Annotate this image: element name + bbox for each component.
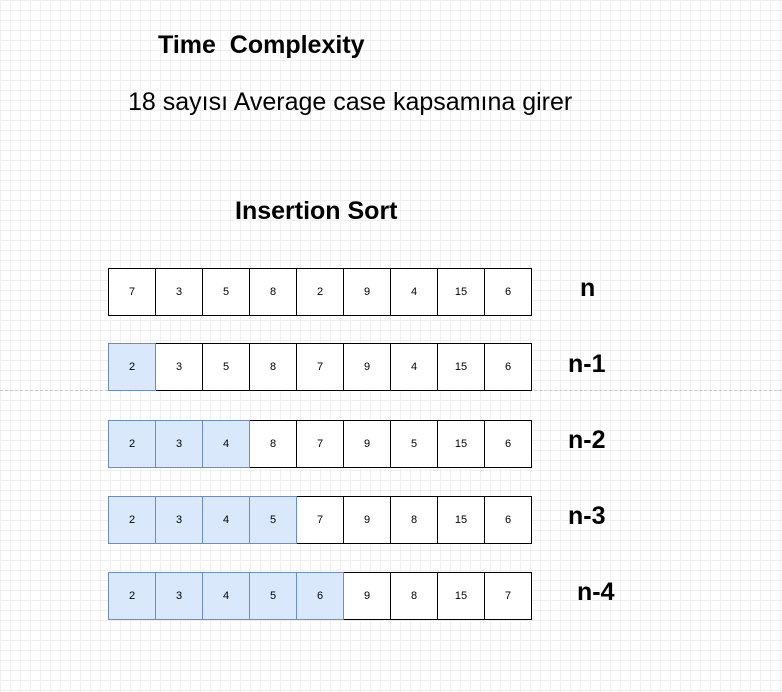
array-cell: 6 xyxy=(484,420,532,468)
array-row: 2 3 4 5 6 9 8 15 7 xyxy=(108,572,532,620)
array-cell: 9 xyxy=(343,496,391,544)
array-cell: 4 xyxy=(390,268,438,316)
array-cell: 8 xyxy=(390,572,438,620)
array-cell: 15 xyxy=(437,496,485,544)
array-cell: 7 xyxy=(108,268,156,316)
array-cell: 9 xyxy=(343,268,391,316)
array-cell: 6 xyxy=(484,496,532,544)
array-cell: 15 xyxy=(437,420,485,468)
sorted-cell: 3 xyxy=(155,496,203,544)
array-cell: 7 xyxy=(484,572,532,620)
array-cell: 2 xyxy=(296,268,344,316)
sorted-cell: 4 xyxy=(202,572,250,620)
sorted-cell: 4 xyxy=(202,496,250,544)
row-label: n xyxy=(580,274,596,302)
sorted-cell: 4 xyxy=(202,420,250,468)
array-cell: 8 xyxy=(249,420,297,468)
array-cell: 9 xyxy=(343,420,391,468)
array-cell: 6 xyxy=(484,268,532,316)
array-cell: 8 xyxy=(249,268,297,316)
sorted-cell: 3 xyxy=(155,420,203,468)
array-cell: 5 xyxy=(202,343,250,391)
sorted-cell: 5 xyxy=(249,496,297,544)
page-title: Time Complexity xyxy=(158,31,365,59)
sorted-cell: 3 xyxy=(155,572,203,620)
row-label: n-1 xyxy=(568,350,606,378)
array-cell: 9 xyxy=(343,343,391,391)
array-cell: 4 xyxy=(390,343,438,391)
array-row: 7 3 5 8 2 9 4 15 6 xyxy=(108,268,532,316)
array-cell: 15 xyxy=(437,343,485,391)
array-row: 2 3 4 8 7 9 5 15 6 xyxy=(108,420,532,468)
array-cell: 6 xyxy=(484,343,532,391)
sorted-cell: 6 xyxy=(296,572,344,620)
section-title: Insertion Sort xyxy=(235,197,398,225)
array-cell: 7 xyxy=(296,420,344,468)
array-cell: 8 xyxy=(390,496,438,544)
array-row: 2 3 5 8 7 9 4 15 6 xyxy=(108,343,532,391)
sorted-cell: 2 xyxy=(108,420,156,468)
sorted-cell: 2 xyxy=(108,343,156,391)
array-cell: 3 xyxy=(155,268,203,316)
array-cell: 3 xyxy=(155,343,203,391)
array-cell: 5 xyxy=(390,420,438,468)
sorted-cell: 2 xyxy=(108,572,156,620)
array-cell: 9 xyxy=(343,572,391,620)
row-label: n-3 xyxy=(568,502,606,530)
array-row: 2 3 4 5 7 9 8 15 6 xyxy=(108,496,532,544)
sorted-cell: 2 xyxy=(108,496,156,544)
array-cell: 15 xyxy=(437,268,485,316)
array-cell: 15 xyxy=(437,572,485,620)
row-label: n-2 xyxy=(568,426,606,454)
array-cell: 5 xyxy=(202,268,250,316)
array-cell: 7 xyxy=(296,496,344,544)
subtitle: 18 sayısı Average case kapsamına girer xyxy=(128,88,573,116)
array-cell: 8 xyxy=(249,343,297,391)
sorted-cell: 5 xyxy=(249,572,297,620)
row-label: n-4 xyxy=(577,578,615,606)
array-cell: 7 xyxy=(296,343,344,391)
